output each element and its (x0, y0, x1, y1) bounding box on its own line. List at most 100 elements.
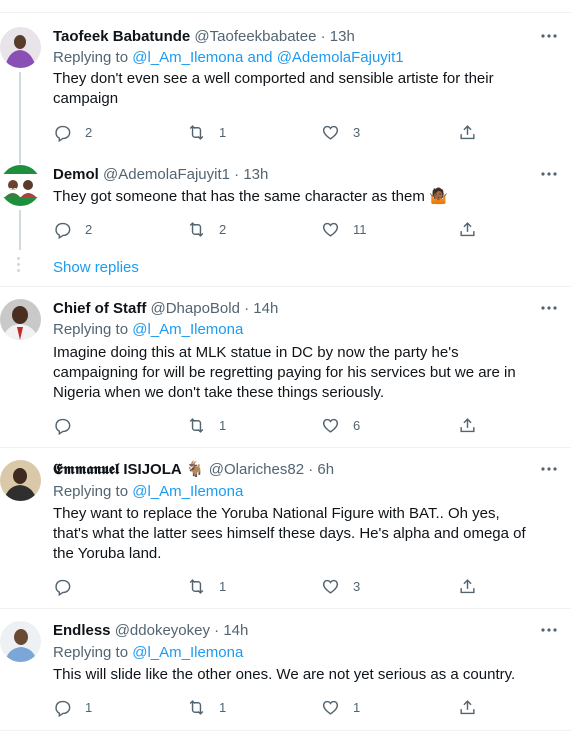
share-icon (460, 124, 475, 139)
thread-line (19, 210, 21, 250)
retweet-count: 1 (219, 578, 227, 594)
like-button[interactable]: 3 (321, 122, 360, 142)
author-name[interactable]: Endless (53, 622, 111, 639)
separator: · (239, 300, 254, 317)
more-options-icon[interactable] (540, 165, 558, 183)
show-replies-link[interactable]: Show replies (53, 259, 139, 276)
tweet-actions: 1 6 (53, 415, 483, 435)
more-options-icon[interactable] (540, 27, 558, 45)
retweet-count: 1 (219, 124, 227, 140)
tweet-actions: 2 2 11 (53, 219, 483, 239)
thread-line (19, 72, 21, 164)
tweet-text: They don't even see a well comported and… (53, 70, 494, 107)
like-button[interactable]: 6 (321, 415, 360, 435)
share-button[interactable] (458, 415, 477, 435)
reply-button[interactable]: 2 (53, 122, 92, 142)
thread-dots (17, 257, 21, 275)
like-button[interactable]: 1 (321, 697, 360, 717)
tweet-time[interactable]: 14h (223, 622, 248, 639)
reply-icon (55, 418, 71, 435)
avatar[interactable] (0, 27, 41, 68)
share-icon (460, 417, 475, 432)
name-badge: 🐐 (185, 461, 205, 478)
avatar[interactable] (0, 621, 41, 662)
divider (0, 286, 571, 287)
retweet-button[interactable]: 1 (187, 576, 226, 596)
tweet-text: They want to replace the Yoruba National… (53, 505, 526, 562)
more-options-icon[interactable] (540, 460, 558, 478)
retweet-icon (189, 221, 204, 237)
retweet-count: 1 (219, 417, 227, 433)
more-options-icon[interactable] (540, 299, 558, 317)
tweet-actions: 1 3 (53, 576, 483, 596)
reply-count: 1 (85, 699, 93, 715)
author-handle[interactable]: @ddokeyokey (115, 622, 210, 639)
mention-link[interactable]: @l_Am_Ilemona (132, 483, 243, 500)
retweet-count: 2 (219, 221, 227, 237)
reply-button[interactable] (53, 415, 85, 435)
tweet-time[interactable]: 6h (317, 461, 334, 478)
author-handle[interactable]: @DhapoBold (151, 300, 240, 317)
like-count: 3 (353, 124, 361, 140)
retweet-icon (189, 124, 204, 140)
like-button[interactable]: 3 (321, 576, 360, 596)
reply-button[interactable]: 2 (53, 219, 92, 239)
tweet-time[interactable]: 14h (253, 300, 278, 317)
divider (0, 12, 571, 13)
like-button[interactable]: 11 (321, 219, 367, 239)
retweet-icon (189, 417, 204, 433)
reply-button[interactable] (53, 576, 85, 596)
tweet-header: Chief of Staff @DhapoBold · 14h (53, 299, 278, 319)
heart-icon (322, 579, 339, 594)
tweet-time[interactable]: 13h (330, 28, 355, 45)
replying-to: Replying to @l_Am_Ilemona (53, 320, 243, 340)
author-name[interactable]: Demol (53, 166, 99, 183)
avatar-year: 2023 (9, 188, 25, 195)
author-handle[interactable]: @AdemolaFajuyit1 (103, 166, 230, 183)
retweet-button[interactable]: 2 (187, 219, 226, 239)
avatar[interactable] (0, 460, 41, 501)
avatar[interactable] (0, 299, 41, 340)
reply-icon (55, 579, 71, 596)
author-handle[interactable]: @Taofeekbabatee (194, 28, 316, 45)
tweet-text: Imagine doing this at MLK statue in DC b… (53, 344, 516, 401)
reply-icon (55, 222, 71, 239)
reply-count: 2 (85, 221, 93, 237)
mention-link[interactable]: @l_Am_Ilemona and @AdemolaFajuyit1 (132, 49, 403, 66)
author-name[interactable]: 𝕰𝖒𝖒𝖆𝖓𝖚𝖊𝖑 ISIJOLA (53, 461, 182, 478)
reply-button[interactable]: 1 (53, 697, 92, 717)
tweet-text: They got someone that has the same chara… (53, 188, 448, 205)
retweet-icon (189, 699, 204, 715)
retweet-button[interactable]: 1 (187, 415, 226, 435)
heart-icon (322, 125, 339, 140)
replying-prefix: Replying to (53, 321, 133, 338)
author-handle[interactable]: @Olariches82 (209, 461, 304, 478)
retweet-button[interactable]: 1 (187, 697, 226, 717)
share-icon (460, 699, 475, 714)
reply-icon (55, 700, 71, 717)
tweet-header: Endless @ddokeyokey · 14h (53, 621, 248, 641)
separator: · (316, 28, 330, 45)
share-icon (460, 578, 475, 593)
mention-link[interactable]: @l_Am_Ilemona (132, 321, 243, 338)
retweet-button[interactable]: 1 (187, 122, 226, 142)
replying-to: Replying to @l_Am_Ilemona (53, 482, 243, 502)
more-options-icon[interactable] (540, 621, 558, 639)
separator: · (209, 622, 224, 639)
share-button[interactable] (458, 576, 477, 596)
like-count: 11 (353, 221, 367, 237)
reply-icon (55, 125, 71, 142)
share-button[interactable] (458, 219, 477, 239)
separator: · (229, 166, 244, 183)
mention-link[interactable]: @l_Am_Ilemona (132, 644, 243, 661)
like-count: 3 (353, 578, 361, 594)
author-name[interactable]: Chief of Staff (53, 300, 146, 317)
author-name[interactable]: Taofeek Babatunde (53, 28, 190, 45)
reply-count: 2 (85, 124, 93, 140)
separator: · (304, 461, 318, 478)
tweet-time[interactable]: 13h (243, 166, 268, 183)
share-button[interactable] (458, 122, 477, 142)
tweet-actions: 2 1 3 (53, 122, 483, 142)
share-button[interactable] (458, 697, 477, 717)
avatar[interactable]: 2023 (0, 165, 41, 206)
